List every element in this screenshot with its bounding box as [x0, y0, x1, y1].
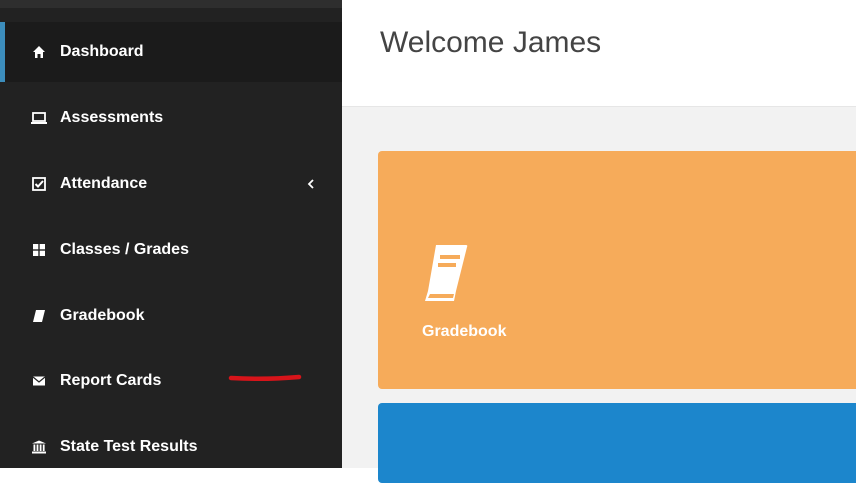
- blue-tile[interactable]: [378, 403, 856, 483]
- sidebar-item-label: Classes / Grades: [60, 241, 189, 258]
- laptop-icon: [28, 110, 50, 126]
- sidebar-item-label: Attendance: [60, 175, 148, 192]
- sidebar: Dashboard Assessments Attendance Classes…: [0, 0, 342, 468]
- envelope-icon: [28, 373, 50, 389]
- page-header: Welcome James: [342, 0, 856, 107]
- sidebar-item-label: Dashboard: [60, 43, 144, 60]
- home-icon: [28, 44, 50, 60]
- sidebar-item-label: Report Cards: [60, 372, 162, 389]
- gradebook-tile[interactable]: Gradebook: [378, 151, 856, 389]
- page-title: Welcome James: [380, 26, 602, 59]
- chevron-left-icon[interactable]: [306, 178, 316, 190]
- book-icon: [28, 308, 50, 324]
- sidebar-item-label: Assessments: [60, 109, 164, 126]
- sidebar-item-label: State Test Results: [60, 438, 198, 455]
- sidebar-item-label: Gradebook: [60, 307, 145, 324]
- red-annotation-mark: [228, 374, 302, 382]
- book-icon: [425, 245, 468, 301]
- sidebar-item-assessments[interactable]: Assessments: [0, 88, 342, 148]
- bank-icon: [28, 439, 50, 455]
- sidebar-item-dashboard[interactable]: Dashboard: [0, 22, 342, 82]
- dashboard-content: Gradebook: [342, 107, 856, 483]
- sidebar-item-classes-grades[interactable]: Classes / Grades: [0, 220, 342, 280]
- sidebar-top-strip: [0, 0, 342, 8]
- check-square-icon: [28, 176, 50, 192]
- sidebar-item-attendance[interactable]: Attendance: [0, 154, 342, 214]
- tile-label: Gradebook: [422, 323, 507, 340]
- sidebar-item-state-test-results[interactable]: State Test Results: [0, 417, 342, 468]
- sidebar-item-gradebook[interactable]: Gradebook: [0, 286, 342, 346]
- grid-icon: [28, 242, 50, 258]
